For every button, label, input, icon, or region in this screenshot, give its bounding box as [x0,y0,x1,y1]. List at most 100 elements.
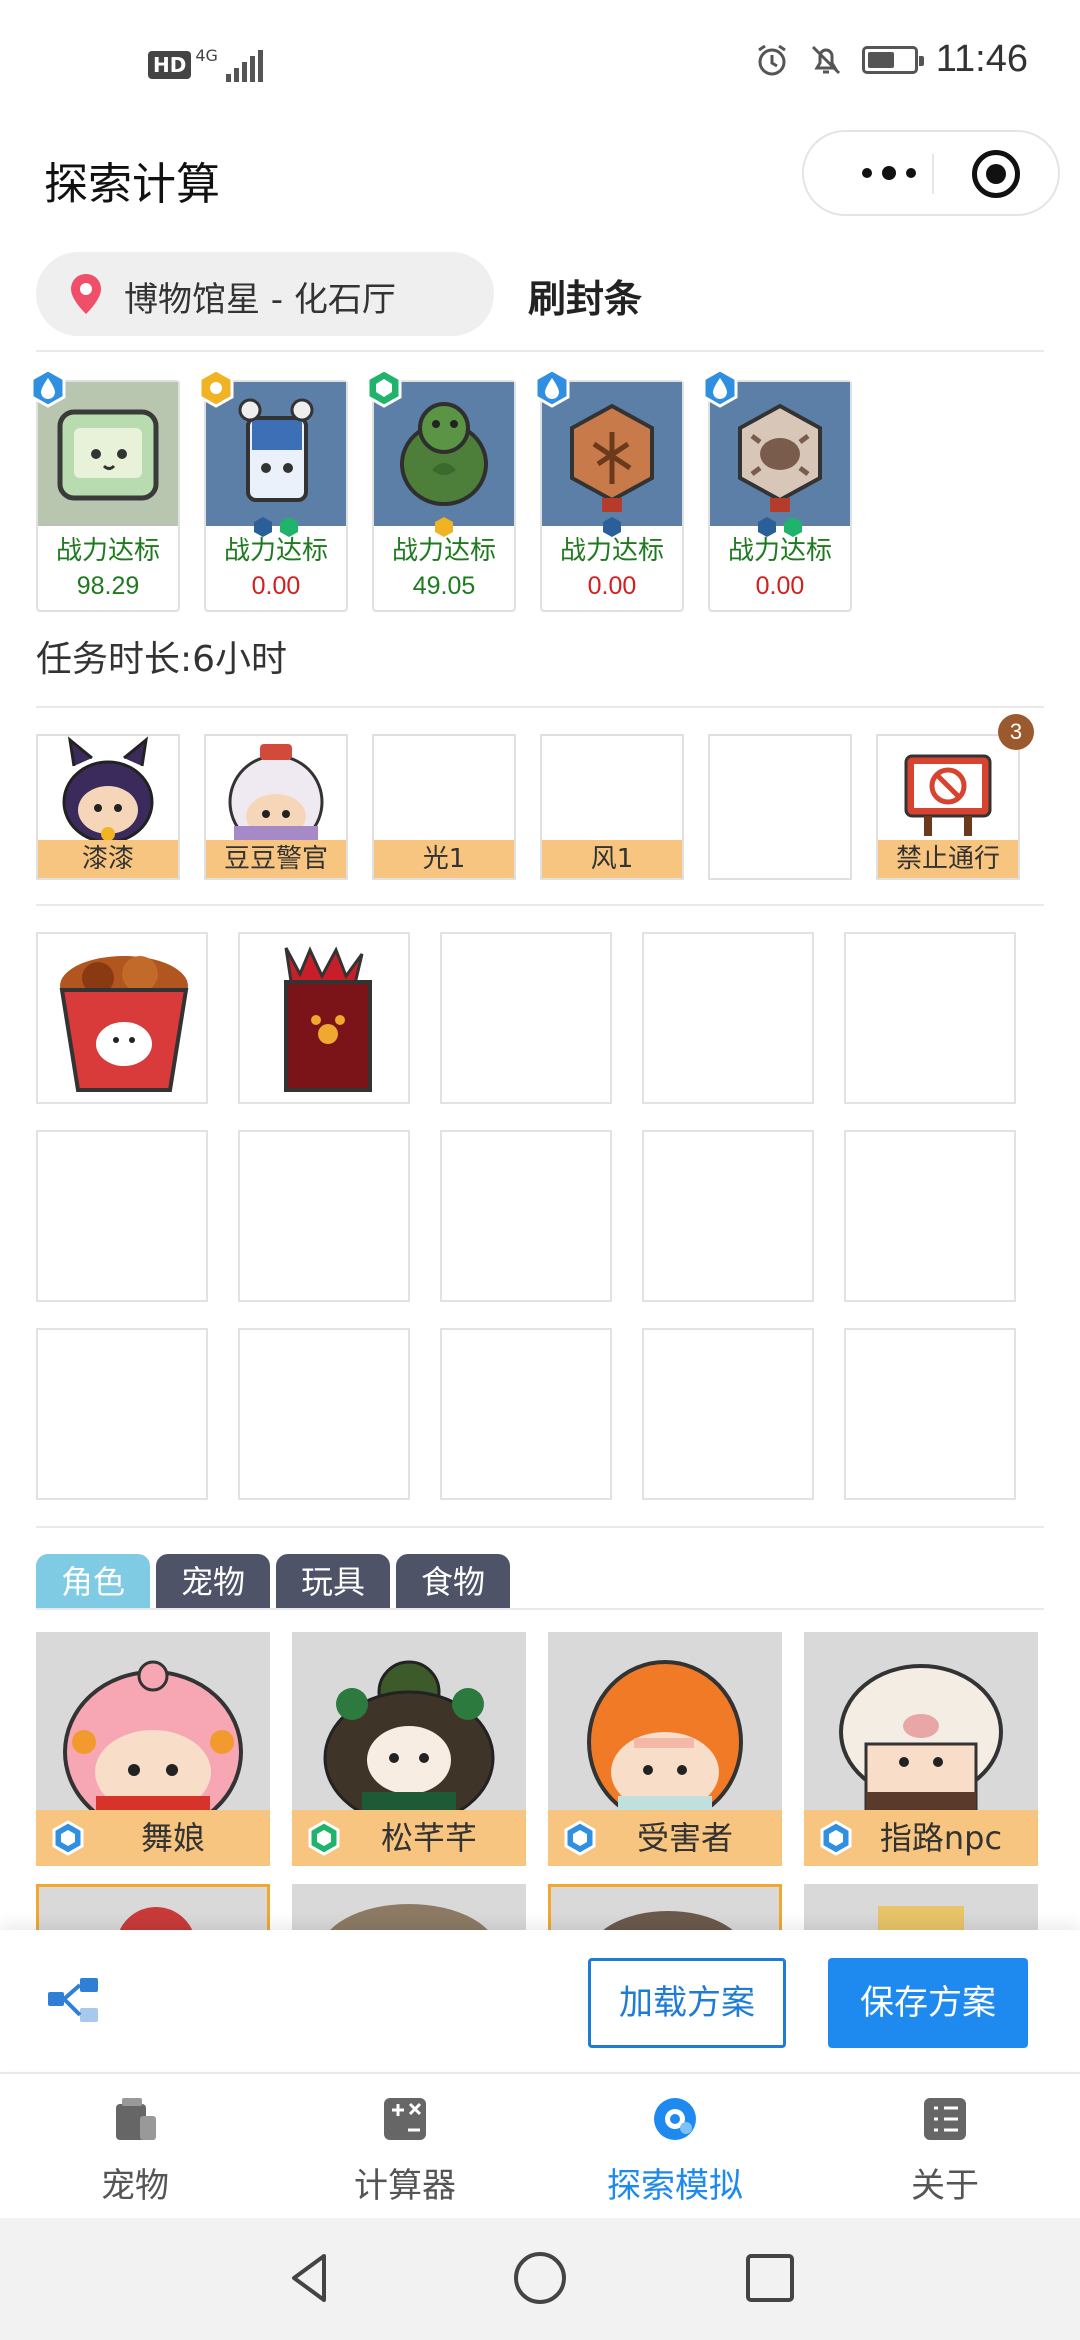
network-type: 4G [195,45,218,65]
character-name: 禁止通行 [878,840,1018,878]
hd-badge: HD [148,51,192,79]
character-slot-5[interactable] [708,734,852,880]
character-image [710,736,850,840]
picker-card-1[interactable]: 舞娘 [36,1632,270,1866]
back-icon[interactable] [280,2248,340,2308]
water-element-icon [52,1820,84,1856]
status-right: 11:46 [754,38,1028,81]
more-menu-button[interactable] [844,132,934,214]
signal-icon [225,48,263,82]
status-left: HD 4G [148,45,263,82]
pet-icon [116,2098,156,2140]
character-portrait [839,1664,1003,1812]
wood-element-icon [308,1820,340,1856]
power-status-label: 战力达标 [391,536,496,566]
picker-card-4[interactable]: 指路npc [804,1632,1038,1866]
item-slot[interactable] [844,932,1016,1104]
pet-slot-3[interactable]: 战力达标 49.05 [366,368,516,612]
system-navigation-bar [0,2218,1080,2340]
alarm-icon [757,44,786,75]
load-plan-button[interactable]: 加载方案 [588,1958,786,2048]
water-element-icon [820,1820,852,1856]
item-slot[interactable] [440,1130,612,1302]
character-name: 豆豆警官 [206,840,346,878]
close-miniprogram-button[interactable] [972,150,1020,198]
power-value: 49.05 [412,572,476,600]
character-name: 光1 [374,840,514,878]
character-slot-1[interactable]: 漆漆 [36,734,180,880]
battery-icon [861,45,924,74]
clock: 11:46 [935,38,1028,80]
location-name: 博物馆星 - 化石厅 [124,280,396,320]
divider [36,706,1044,708]
tabbar-item-calculator[interactable]: 计算器 [270,2074,540,2220]
power-value: 0.00 [251,572,301,600]
status-bar: HD 4G 11:46 [0,0,1080,130]
pet-slot-2[interactable]: 战力达标 0.00 [198,368,348,612]
picker-card-3[interactable]: 受害者 [548,1632,782,1866]
character-image [878,736,1018,840]
item-slot[interactable] [440,1328,612,1500]
water-element-icon [702,368,738,408]
character-portrait [323,1660,495,1826]
mute-icon [811,45,840,74]
tabbar-item-explore[interactable]: 探索模拟 [540,2074,810,2220]
item-slot[interactable] [36,1328,208,1500]
water-element-icon [534,368,570,408]
pet-slot-5[interactable]: 战力达标 0.00 [702,368,852,612]
tabbar-label: 关于 [911,2166,979,2206]
character-image [206,736,346,840]
food-bucket-image [59,956,189,1092]
home-icon[interactable] [510,2248,570,2308]
water-element-icon [30,368,66,408]
about-icon [924,2098,966,2140]
divider [36,350,1044,352]
item-slot[interactable] [844,1130,1016,1302]
location-selector[interactable]: 博物馆星 - 化石厅 [36,252,494,336]
character-slot-3[interactable]: 光1 [372,734,516,880]
tabbar-item-pets[interactable]: 宠物 [0,2074,270,2220]
pet-slot-1[interactable]: 战力达标 98.29 [30,368,180,612]
character-image [542,736,682,840]
tab-pets[interactable]: 宠物 [156,1554,270,1610]
recents-icon[interactable] [740,2248,800,2308]
save-plan-button[interactable]: 保存方案 [828,1958,1028,2048]
tab-characters[interactable]: 角色 [36,1554,150,1610]
pet-slot-4[interactable]: 战力达标 0.00 [534,368,684,612]
item-slot[interactable] [844,1328,1016,1500]
item-slot[interactable] [238,932,410,1104]
item-slot[interactable] [36,932,208,1104]
mode-label[interactable]: 刷封条 [528,268,642,323]
tabbar-label: 探索模拟 [607,2166,743,2206]
task-duration: 任务时长:6小时 [36,639,288,680]
tab-food[interactable]: 食物 [396,1554,510,1610]
page-title: 探索计算 [44,159,220,210]
character-slot-4[interactable]: 风1 [540,734,684,880]
tab-toys[interactable]: 玩具 [276,1554,390,1610]
power-value: 0.00 [587,572,637,600]
share-icon[interactable] [44,1972,108,2036]
power-status-label: 战力达标 [223,536,328,566]
capsule-divider [932,154,934,194]
tabbar-item-about[interactable]: 关于 [810,2074,1080,2220]
power-status-label: 战力达标 [727,536,832,566]
item-slot[interactable] [440,932,612,1104]
divider [36,1526,1044,1528]
wood-element-icon [366,368,402,408]
character-portrait [63,1660,243,1834]
power-value: 0.00 [755,572,805,600]
item-slot[interactable] [36,1130,208,1302]
character-slot-6[interactable]: 禁止通行 3 [876,714,1034,880]
item-slot[interactable] [642,932,814,1104]
character-slot-2[interactable]: 豆豆警官 [204,734,348,880]
bottom-tab-bar: 宠物 计算器 探索模拟 关于 [0,2072,1080,2218]
count-badge: 3 [998,714,1034,750]
picker-card-2[interactable]: 松芊芊 [292,1632,526,1866]
item-slot[interactable] [642,1328,814,1500]
mini-program-header: 探索计算 [0,130,1080,240]
item-slot[interactable] [238,1328,410,1500]
capsule-menu [802,130,1060,216]
item-slot[interactable] [238,1130,410,1302]
item-slot[interactable] [642,1130,814,1302]
water-element-icon [564,1820,596,1856]
